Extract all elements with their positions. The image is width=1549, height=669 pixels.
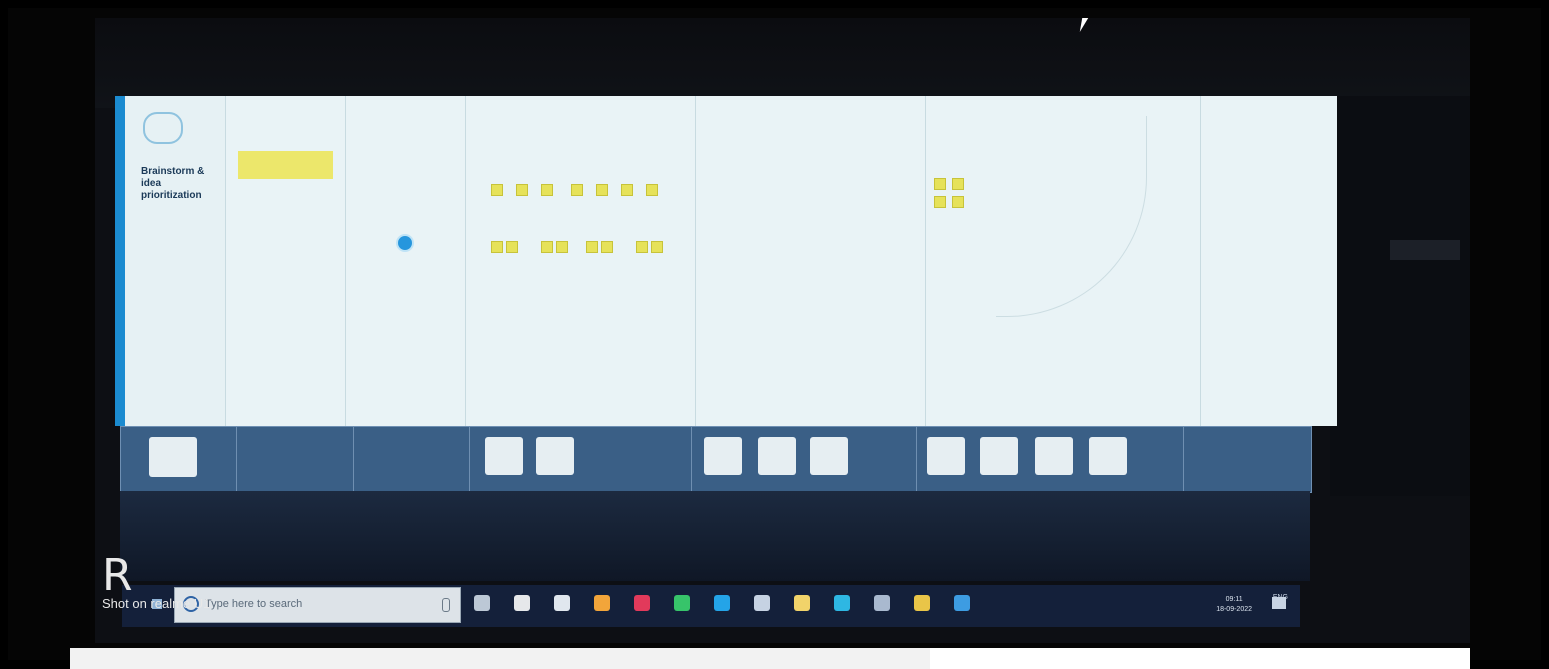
sticky-note[interactable]	[934, 196, 946, 208]
mail-icon[interactable]	[834, 595, 850, 611]
search-placeholder: Type here to search	[205, 598, 303, 610]
sticky-note[interactable]	[506, 241, 518, 253]
frame-thumbnail[interactable]	[927, 437, 965, 475]
frame-group	[236, 427, 352, 492]
sticky-note[interactable]	[952, 178, 964, 190]
step-6-panel[interactable]	[1200, 96, 1328, 426]
frame-thumbnail[interactable]	[536, 437, 574, 475]
frame-thumbnail[interactable]	[810, 437, 848, 475]
sticky-note[interactable]	[952, 196, 964, 208]
app-blue-icon[interactable]	[714, 595, 730, 611]
frame-thumbnail[interactable]	[704, 437, 742, 475]
clock-time: 09:11	[1225, 596, 1243, 603]
frame-thumbnail[interactable]	[980, 437, 1018, 475]
notification-center-icon[interactable]	[1272, 597, 1286, 609]
info-bubble-icon	[396, 234, 414, 252]
step-4-panel[interactable]	[695, 96, 926, 426]
sticky-note[interactable]	[601, 241, 613, 253]
frame-thumbnail[interactable]	[149, 437, 197, 477]
template-title: Brainstorm & idea prioritization	[141, 166, 205, 201]
watermark-text: Shot on realme U1	[102, 596, 211, 611]
sticky-note[interactable]	[571, 184, 583, 196]
frame-group	[691, 427, 917, 492]
step-1-panel[interactable]	[225, 96, 346, 426]
sticky-note[interactable]	[541, 241, 553, 253]
sticky-note[interactable]	[586, 241, 598, 253]
active-window-icon[interactable]	[954, 595, 970, 611]
windows-taskbar[interactable]: Type here to search ENG 09:11 18-09-2022	[122, 585, 1300, 627]
frame-thumbnail[interactable]	[758, 437, 796, 475]
sticky-note[interactable]	[636, 241, 648, 253]
template-logo-icon	[143, 112, 183, 144]
frame-group	[353, 427, 469, 492]
whiteboard-canvas[interactable]: Brainstorm & idea prioritization	[115, 96, 1337, 426]
photo-bottom-strip-left	[70, 648, 930, 669]
sticky-note[interactable]	[556, 241, 568, 253]
task-view-icon[interactable]	[474, 595, 490, 611]
frame-thumbnail[interactable]	[485, 437, 523, 475]
store-icon[interactable]	[514, 595, 530, 611]
frame-thumbnail[interactable]	[1035, 437, 1073, 475]
desktop-area	[120, 491, 1310, 581]
background-reflection	[1390, 240, 1460, 260]
sticky-note[interactable]	[651, 241, 663, 253]
clock-date: 18-09-2022	[1216, 606, 1252, 613]
sticky-note[interactable]	[516, 184, 528, 196]
camera-watermark: R Shot on realme U1	[102, 550, 211, 612]
frames-thumbnail-strip[interactable]	[120, 426, 1312, 493]
step-2-panel[interactable]	[345, 96, 466, 426]
app-grid-icon[interactable]	[874, 595, 890, 611]
vlc-icon[interactable]	[594, 595, 610, 611]
realme-logo: R	[102, 550, 133, 601]
frame-group	[1183, 427, 1311, 492]
monitor-right-bezel	[1330, 96, 1470, 496]
sticky-note[interactable]	[541, 184, 553, 196]
sticky-note[interactable]	[621, 184, 633, 196]
settings-icon[interactable]	[754, 595, 770, 611]
chrome-icon[interactable]	[914, 595, 930, 611]
frame-thumbnail[interactable]	[1089, 437, 1127, 475]
prioritization-grid	[996, 116, 1147, 317]
microphone-icon[interactable]	[442, 598, 450, 612]
taskbar-clock[interactable]: 09:11 18-09-2022	[1216, 595, 1252, 615]
sticky-note[interactable]	[934, 178, 946, 190]
download-icon[interactable]	[674, 595, 690, 611]
sticky-note[interactable]	[491, 241, 503, 253]
frame-group	[469, 427, 692, 492]
template-intro-panel: Brainstorm & idea prioritization	[125, 96, 225, 426]
frame-group	[916, 427, 1182, 492]
step-3-panel[interactable]	[465, 96, 696, 426]
sticky-note[interactable]	[491, 184, 503, 196]
file-explorer-icon[interactable]	[554, 595, 570, 611]
highlight-note	[238, 151, 333, 179]
sticky-note[interactable]	[596, 184, 608, 196]
notes-icon[interactable]	[794, 595, 810, 611]
taskbar-search-box[interactable]: Type here to search	[174, 587, 461, 623]
sticky-note[interactable]	[646, 184, 658, 196]
opera-icon[interactable]	[634, 595, 650, 611]
monitor-top-area	[95, 18, 1470, 108]
step-5-panel[interactable]	[925, 96, 1201, 426]
